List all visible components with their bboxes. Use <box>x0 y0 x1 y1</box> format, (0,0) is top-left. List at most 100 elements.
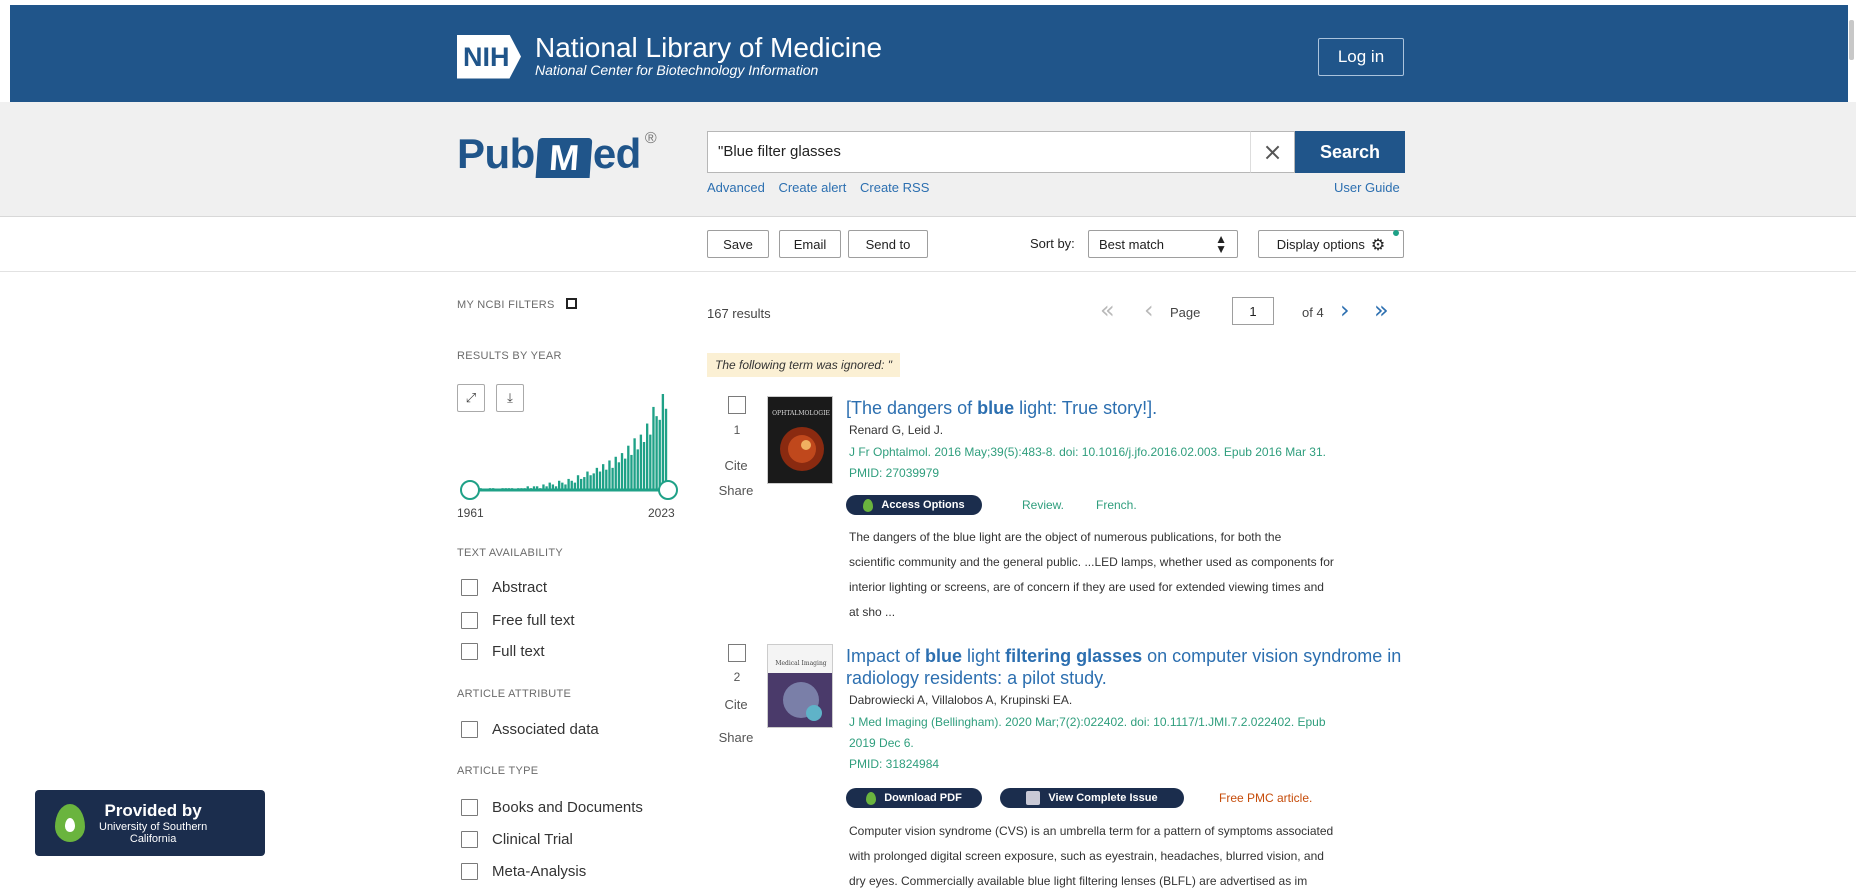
download-pdf-button[interactable]: Download PDF <box>846 788 982 808</box>
checkbox[interactable] <box>461 612 478 629</box>
prev-page-icon[interactable]: ‹ <box>1144 295 1154 325</box>
save-button[interactable]: Save <box>707 230 769 258</box>
year-bar[interactable] <box>658 419 661 490</box>
year-bar[interactable] <box>488 488 492 490</box>
year-bar[interactable] <box>633 438 636 490</box>
search-button[interactable]: Search <box>1295 131 1405 173</box>
clear-search-button[interactable]: × <box>1250 131 1295 173</box>
last-page-icon[interactable]: » <box>1374 295 1389 325</box>
journal-cover-thumbnail[interactable]: OPHTALMOLOGIE <box>767 396 833 484</box>
checkbox[interactable] <box>461 579 478 596</box>
year-bar[interactable] <box>655 416 658 490</box>
checkbox[interactable] <box>461 721 478 738</box>
checkbox[interactable] <box>461 643 478 660</box>
year-bar[interactable] <box>554 486 558 490</box>
page-number-input[interactable]: 1 <box>1232 297 1274 325</box>
display-options-button[interactable]: Display options ⚙ <box>1258 230 1404 258</box>
year-bar[interactable] <box>517 488 520 490</box>
filter-associated-data[interactable]: Associated data <box>461 721 599 738</box>
search-input[interactable]: "Blue filter glasses <box>707 131 1250 173</box>
result-title-link[interactable]: Impact of blue light filtering glasses o… <box>846 645 1416 689</box>
nih-logo[interactable]: NIH National Library of Medicine Nationa… <box>457 34 882 79</box>
year-bar[interactable] <box>598 471 602 490</box>
filter-full-text[interactable]: Full text <box>461 643 545 660</box>
year-bar[interactable] <box>564 484 567 490</box>
next-page-icon[interactable]: › <box>1340 295 1350 325</box>
year-bar[interactable] <box>558 480 561 490</box>
year-bar[interactable] <box>586 471 589 490</box>
filter-meta-analysis[interactable]: Meta-Analysis <box>461 863 586 880</box>
year-bar[interactable] <box>570 480 573 490</box>
year-bar[interactable] <box>536 486 539 490</box>
send-to-button[interactable]: Send to <box>848 230 928 258</box>
email-button[interactable]: Email <box>779 230 841 258</box>
year-bar[interactable] <box>545 486 548 490</box>
result-checkbox[interactable] <box>728 644 746 662</box>
cite-button[interactable]: Cite <box>708 697 764 712</box>
year-bar[interactable] <box>529 488 533 490</box>
year-bar[interactable] <box>624 458 627 490</box>
first-page-icon[interactable]: « <box>1100 295 1115 325</box>
checkbox[interactable] <box>461 831 478 848</box>
year-bar[interactable] <box>583 477 586 490</box>
year-bar[interactable] <box>526 486 529 490</box>
year-bar[interactable] <box>548 482 551 490</box>
year-bar[interactable] <box>551 484 555 490</box>
year-bar[interactable] <box>652 406 655 490</box>
year-bar[interactable] <box>501 488 504 490</box>
scrollbar-thumb[interactable] <box>1849 20 1854 60</box>
year-bar[interactable] <box>592 473 595 490</box>
result-checkbox[interactable] <box>728 396 746 414</box>
journal-cover-thumbnail[interactable]: Medical Imaging <box>767 644 833 728</box>
result-title-link[interactable]: [The dangers of blue light: True story!]… <box>846 397 1416 419</box>
pubmed-logo[interactable]: Pub Med ® <box>457 128 657 178</box>
year-bar[interactable] <box>539 488 542 490</box>
year-bar[interactable] <box>595 467 599 490</box>
results-by-year-chart[interactable] <box>458 384 680 500</box>
year-bar[interactable] <box>639 434 643 490</box>
login-button[interactable]: Log in <box>1318 38 1404 76</box>
year-bar[interactable] <box>532 486 536 490</box>
year-bar[interactable] <box>602 464 605 490</box>
year-bar[interactable] <box>611 467 614 490</box>
year-bar[interactable] <box>504 488 507 490</box>
year-bar[interactable] <box>605 469 608 490</box>
advanced-link[interactable]: Advanced <box>707 180 765 195</box>
sort-select[interactable]: Best match ▲ ▼ <box>1088 230 1238 258</box>
my-ncbi-filters-heading[interactable]: MY NCBI FILTERS <box>457 298 577 311</box>
user-guide-link[interactable]: User Guide <box>1334 180 1400 195</box>
year-bar[interactable] <box>520 488 523 490</box>
checkbox[interactable] <box>461 799 478 816</box>
year-bar[interactable] <box>664 408 668 490</box>
year-bar[interactable] <box>608 460 611 490</box>
year-bar[interactable] <box>614 456 617 490</box>
create-alert-link[interactable]: Create alert <box>778 180 846 195</box>
year-bar[interactable] <box>636 449 639 490</box>
year-bar[interactable] <box>630 454 633 490</box>
year-bar[interactable] <box>649 434 652 490</box>
filter-books-and-documents[interactable]: Books and Documents <box>461 799 643 816</box>
year-bar[interactable] <box>617 462 621 490</box>
filter-abstract[interactable]: Abstract <box>461 579 547 596</box>
year-bar[interactable] <box>507 488 511 490</box>
year-bar[interactable] <box>620 453 624 490</box>
year-bar[interactable] <box>646 423 649 490</box>
view-complete-issue-button[interactable]: View Complete Issue <box>1000 788 1184 808</box>
year-bar[interactable] <box>561 482 564 490</box>
year-bar[interactable] <box>589 475 592 490</box>
year-start-handle[interactable] <box>460 480 480 500</box>
provided-by-badge[interactable]: Provided by University of Southern Calif… <box>35 790 265 856</box>
year-end-handle[interactable] <box>658 480 678 500</box>
access-options-button[interactable]: Access Options <box>846 495 982 515</box>
year-bar[interactable] <box>567 478 570 490</box>
year-bar[interactable] <box>492 488 495 490</box>
share-button[interactable]: Share <box>708 730 764 745</box>
year-bar[interactable] <box>523 488 526 490</box>
share-button[interactable]: Share <box>708 483 764 498</box>
filter-clinical-trial[interactable]: Clinical Trial <box>461 831 573 848</box>
year-bar[interactable] <box>627 445 630 490</box>
year-bar[interactable] <box>580 478 583 490</box>
filter-free-full-text[interactable]: Free full text <box>461 612 575 629</box>
cite-button[interactable]: Cite <box>708 458 764 473</box>
year-bar[interactable] <box>642 442 646 490</box>
